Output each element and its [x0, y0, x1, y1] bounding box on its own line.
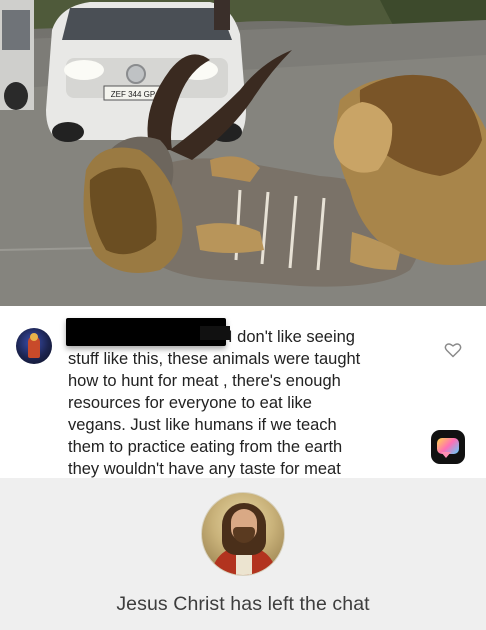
license-plate-text: ZEF 344 GP — [111, 90, 155, 99]
left-chat-message: Jesus Christ has left the chat — [116, 593, 370, 615]
chat-status-panel: Jesus Christ has left the chat — [0, 478, 486, 630]
commenter-avatar[interactable] — [16, 328, 52, 364]
comment-line: they wouldn't have any taste for meat — [68, 460, 341, 478]
comment-line: resources for everyone to eat like — [68, 394, 312, 412]
chat-bubble-shape — [437, 438, 459, 458]
username-redaction-tail — [200, 326, 230, 340]
comment-section: I don't like seeing stuff like this, the… — [0, 306, 486, 478]
comment-line: how to hunt for meat , there's enough — [68, 372, 341, 390]
avatar-figure-head — [30, 333, 38, 341]
comment-line: them to practice eating from the earth — [68, 438, 343, 456]
comment-line: vegans. Just like humans if we teach — [68, 416, 337, 434]
comment-text: I don't like seeing stuff like this, the… — [68, 326, 428, 480]
comment-line: stuff like this, these animals were taug… — [68, 350, 361, 368]
lion-kudu-photo: ZEF 344 GP — [0, 0, 486, 306]
photo-illustration: ZEF 344 GP — [0, 0, 486, 306]
heart-icon[interactable] — [444, 342, 462, 358]
jesus-avatar — [201, 492, 285, 576]
chat-app-badge-icon — [431, 430, 465, 464]
